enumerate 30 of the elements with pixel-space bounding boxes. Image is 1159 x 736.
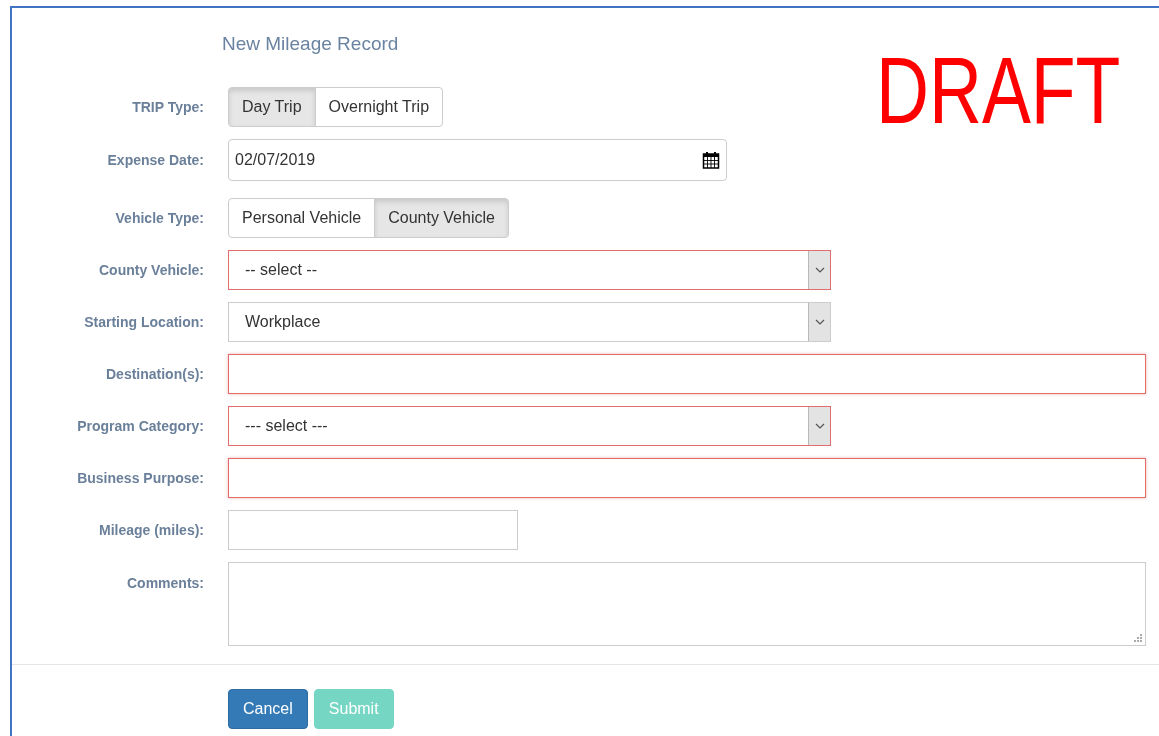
action-button[interactable]: Cancel: [228, 689, 308, 729]
dropdown[interactable]: -- select --: [228, 250, 831, 290]
field-label: Program Category:: [77, 416, 204, 436]
calendar-icon: [702, 151, 720, 169]
input-field[interactable]: [228, 458, 1146, 498]
field-label: Vehicle Type:: [115, 208, 204, 228]
dropdown[interactable]: Workplace: [228, 302, 831, 342]
field-label: Expense Date:: [107, 150, 204, 170]
field-label: Comments:: [127, 574, 204, 593]
field-label: County Vehicle:: [98, 260, 204, 280]
field-label: Starting Location:: [84, 312, 204, 332]
toggle-button[interactable]: County Vehicle: [374, 198, 509, 238]
draft-label: DRAFT: [876, 44, 1121, 138]
toggle-button[interactable]: Day Trip: [228, 87, 316, 127]
field-label: Business Purpose:: [77, 468, 204, 488]
toggle-button[interactable]: Overnight Trip: [314, 87, 444, 127]
dropdown[interactable]: --- select ---: [228, 406, 831, 446]
date-field[interactable]: 02/07/2019: [228, 139, 727, 181]
input-field[interactable]: [228, 354, 1146, 394]
caret-icon: [814, 319, 825, 325]
caret-icon: [814, 423, 825, 429]
field-label: TRIP Type:: [132, 97, 204, 117]
input-field[interactable]: [228, 510, 518, 550]
comments-box[interactable]: [228, 562, 1146, 646]
field-label: Mileage (miles):: [98, 520, 204, 540]
caret-icon: [814, 267, 825, 273]
form-title: New Mileage Record: [222, 32, 399, 56]
toggle-button[interactable]: Personal Vehicle: [228, 198, 376, 238]
resize-grip-icon[interactable]: [1134, 634, 1142, 642]
field-label: Destination(s):: [106, 364, 204, 384]
